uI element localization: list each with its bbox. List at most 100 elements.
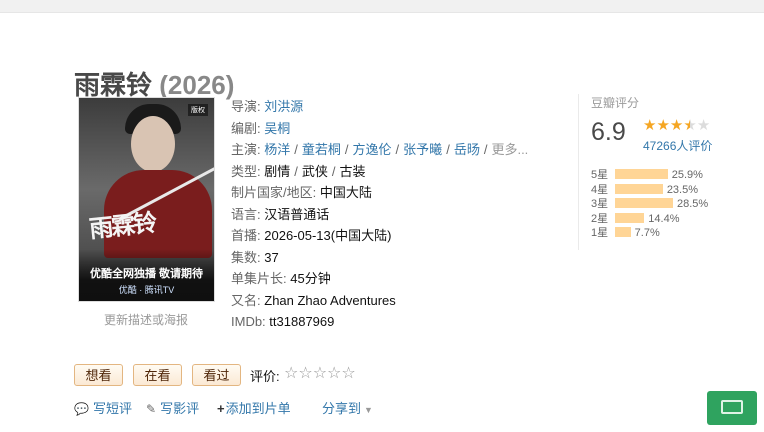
- rate-label: 评价:: [250, 369, 280, 384]
- poster-calligraphy: 雨霖铃: [87, 207, 157, 244]
- cast-link[interactable]: 杨洋: [264, 142, 290, 157]
- watched-button[interactable]: 看过: [192, 364, 241, 386]
- rating-row: 3星 28.5%: [591, 197, 708, 212]
- rating-row-label: 2星: [591, 212, 609, 225]
- rating-row: 2星 14.4%: [591, 212, 708, 227]
- region-value: 中国大陆: [319, 185, 372, 200]
- director-label: 导演:: [231, 99, 261, 114]
- rating-score: 6.9: [591, 118, 626, 146]
- cast-link[interactable]: 张予曦: [403, 142, 442, 157]
- writer-label: 编剧:: [231, 120, 261, 136]
- rating-percent: 25.9%: [671, 169, 703, 181]
- caret-down-icon: ▼: [364, 405, 373, 415]
- rating-percent: 14.4%: [648, 212, 680, 225]
- rate-star-icon[interactable]: ☆: [298, 365, 312, 382]
- writer-link[interactable]: 吴桐: [264, 121, 290, 136]
- separator: /: [294, 163, 298, 179]
- region-row: 制片国家/地区: 中国大陆: [231, 182, 561, 204]
- star-icon: ★: [669, 117, 684, 134]
- language-value: 汉语普通话: [264, 206, 330, 222]
- movie-title: 雨霖铃: [74, 70, 153, 101]
- separator: /: [446, 142, 450, 157]
- episodes-value: 37: [264, 249, 279, 265]
- star-icon: ★: [643, 117, 657, 134]
- rate-star-icon[interactable]: ☆: [313, 365, 327, 382]
- watching-button[interactable]: 在看: [133, 364, 182, 386]
- pencil-icon: ✎: [146, 402, 157, 416]
- rating-row-label: 1星: [591, 227, 609, 239]
- update-poster-link[interactable]: 更新描述或海报: [104, 311, 188, 328]
- cast-link[interactable]: 方逸伦: [353, 142, 392, 157]
- cast-link[interactable]: 童若桐: [302, 142, 341, 157]
- comment-icon: 💬: [74, 402, 89, 416]
- rate-star-icon[interactable]: ☆: [284, 365, 298, 382]
- episodes-label: 集数:: [231, 249, 261, 265]
- rating-distribution: 5星 25.9% 4星 23.5% 3星 28.5% 2星 14.4% 1星 7.7%: [591, 168, 708, 241]
- rate-star-icon[interactable]: ☆: [327, 365, 341, 382]
- separator: /: [331, 163, 336, 179]
- cast-more-link[interactable]: 更多...: [491, 142, 528, 157]
- star-icon: ★: [696, 117, 711, 134]
- cast-row: 主演: 杨洋 / 童若桐 / 方逸伦 / 张予曦 / 岳旸 / 更多...: [231, 139, 561, 161]
- genre-value: 古装: [339, 163, 366, 179]
- want-to-watch-button[interactable]: 想看: [74, 364, 123, 386]
- rating-bar: [615, 169, 668, 179]
- cast-link[interactable]: 岳旸: [454, 142, 480, 157]
- aka-label: 又名:: [231, 292, 261, 308]
- rating-row: 1星 7.7%: [591, 226, 708, 241]
- rating-box: 豆瓣评分 6.9 ★★★★★ 47266人评价 5星 25.9% 4星 23.5% …: [578, 94, 728, 250]
- rating-percent: 7.7%: [634, 227, 660, 239]
- floating-widget-button[interactable]: [707, 391, 757, 425]
- rating-bar: [615, 227, 631, 237]
- top-bar: [0, 0, 764, 13]
- poster-platform: 优酷 · 腾讯TV: [118, 285, 175, 295]
- genre-value: 剧情: [264, 163, 291, 179]
- star-icon: ★: [683, 117, 697, 134]
- window-icon: [721, 400, 743, 414]
- info-panel: 导演: 刘洪源 编剧: 吴桐 主演: 杨洋 / 童若桐 / 方逸伦 / 张予曦 / 岳旸 / 更多.…: [231, 96, 561, 333]
- poster[interactable]: 雨霖铃 优酷全网独播 敬请期待 优酷 · 腾讯TV 版权: [78, 97, 215, 302]
- add-to-list-label: 添加到片单: [225, 401, 291, 416]
- plus-icon: +: [217, 401, 225, 416]
- user-rating-stars: ☆☆☆☆☆: [284, 363, 356, 383]
- director-link[interactable]: 刘洪源: [264, 99, 303, 114]
- runtime-value: 45分钟: [290, 271, 331, 286]
- rating-percent: 23.5%: [666, 183, 699, 196]
- separator: /: [344, 142, 349, 157]
- rating-label: 豆瓣评分: [591, 96, 640, 110]
- rate-star-icon[interactable]: ☆: [341, 365, 355, 382]
- separator: /: [395, 142, 400, 157]
- star-icon: ★: [656, 117, 670, 134]
- share-link[interactable]: 分享到 ▼: [322, 398, 373, 417]
- write-review-label: 写影评: [160, 401, 200, 416]
- runtime-label: 单集片长:: [231, 271, 287, 286]
- genre-value: 武侠: [301, 163, 328, 179]
- language-row: 语言: 汉语普通话: [231, 204, 561, 226]
- separator: /: [294, 142, 298, 157]
- language-label: 语言:: [231, 206, 261, 222]
- rating-stars: ★★★★★: [643, 116, 710, 134]
- write-short-review-label: 写短评: [92, 401, 132, 416]
- movie-year: (2026): [159, 70, 235, 101]
- poster-figure-head: [131, 116, 175, 172]
- rating-bar: [615, 212, 645, 223]
- aka-row: 又名: Zhan Zhao Adventures: [231, 290, 561, 312]
- premiere-row: 首播: 2026-05-13(中国大陆): [231, 225, 561, 247]
- write-short-review-link[interactable]: 💬 写短评: [74, 398, 132, 417]
- imdb-label: IMDb:: [231, 314, 266, 329]
- imdb-row: IMDb: tt31887969: [231, 311, 561, 333]
- rating-bar: [615, 198, 673, 208]
- genre-row: 类型: 剧情 / 武侠 / 古装: [231, 161, 561, 183]
- rating-row-label: 4星: [591, 183, 609, 196]
- poster-badge: 版权: [188, 104, 208, 116]
- rating-percent: 28.5%: [677, 198, 709, 210]
- add-to-list-link[interactable]: +添加到片单: [217, 398, 291, 417]
- rating-bar: [615, 183, 663, 194]
- separator: /: [483, 142, 488, 157]
- votes-link[interactable]: 47266人评价: [643, 137, 712, 154]
- write-review-link[interactable]: ✎ 写影评: [146, 398, 199, 417]
- premiere-label: 首播:: [231, 228, 261, 243]
- rating-row: 5星 25.9%: [591, 168, 708, 183]
- rating-row: 4星 23.5%: [591, 183, 708, 198]
- cast-label: 主演:: [231, 142, 261, 157]
